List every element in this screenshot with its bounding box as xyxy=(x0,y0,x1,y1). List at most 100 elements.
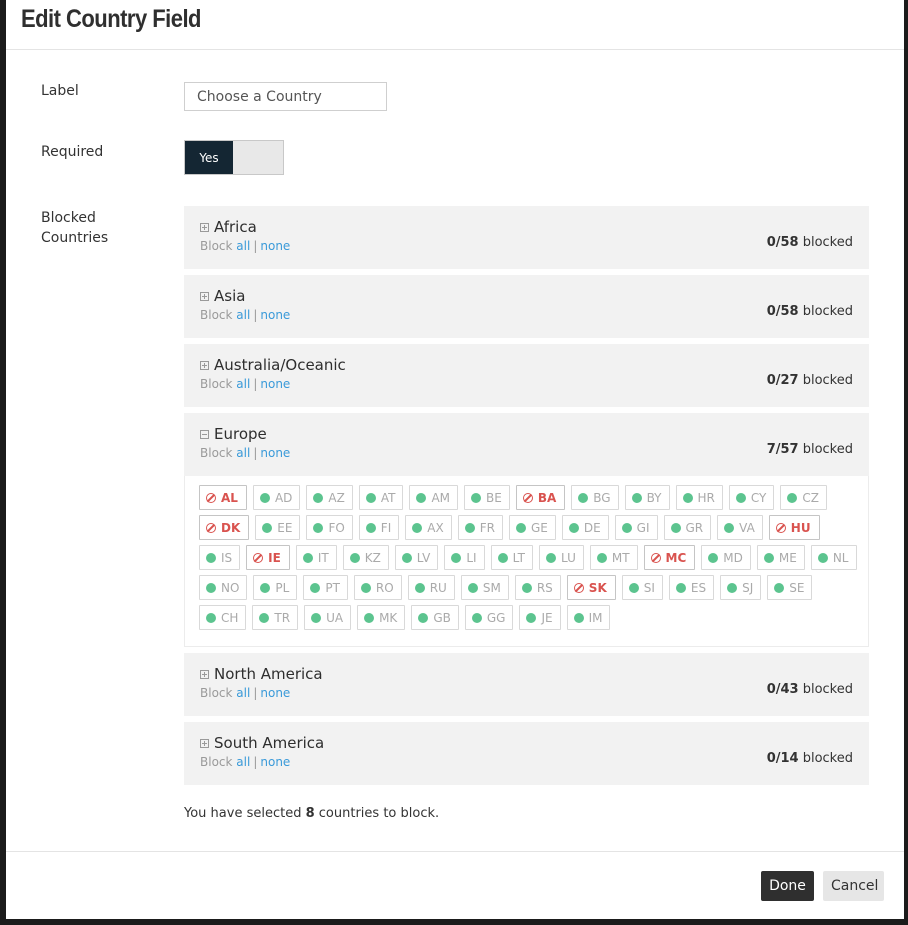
block-none-link[interactable]: none xyxy=(260,755,290,769)
country-chip-hu[interactable]: HU xyxy=(768,515,820,540)
country-chip-im[interactable]: IM xyxy=(566,605,611,630)
country-chip-ad[interactable]: AD xyxy=(252,485,301,510)
country-chip-ch[interactable]: CH xyxy=(199,605,247,630)
expand-icon[interactable] xyxy=(200,360,209,370)
expand-icon[interactable] xyxy=(200,738,209,748)
country-chip-ro[interactable]: RO xyxy=(353,575,402,600)
country-chip-se[interactable]: SE xyxy=(767,575,813,600)
label-input[interactable] xyxy=(184,82,387,111)
country-chip-al[interactable]: AL xyxy=(199,485,247,510)
country-chip-sk[interactable]: SK xyxy=(566,575,616,600)
collapse-icon[interactable] xyxy=(200,429,209,439)
country-chip-by[interactable]: BY xyxy=(624,485,670,510)
country-chip-be[interactable]: BE xyxy=(464,485,510,510)
country-chip-it[interactable]: IT xyxy=(295,545,337,570)
region-header: North America Block all | none 0/43 blocked xyxy=(184,653,869,716)
country-chip-ie[interactable]: IE xyxy=(246,545,290,570)
country-chip-ax[interactable]: AX xyxy=(405,515,452,540)
country-chip-cz[interactable]: CZ xyxy=(780,485,827,510)
country-chip-cy[interactable]: CY xyxy=(728,485,775,510)
country-chip-je[interactable]: JE xyxy=(519,605,561,630)
country-chip-sm[interactable]: SM xyxy=(460,575,509,600)
country-chip-gr[interactable]: GR xyxy=(663,515,712,540)
country-chip-de[interactable]: DE xyxy=(561,515,609,540)
country-code: CZ xyxy=(802,490,819,505)
country-chip-mk[interactable]: MK xyxy=(357,605,406,630)
country-chip-dk[interactable]: DK xyxy=(199,515,250,540)
region-name[interactable]: North America xyxy=(214,665,323,683)
country-chip-es[interactable]: ES xyxy=(668,575,715,600)
region-name[interactable]: Asia xyxy=(214,287,245,305)
country-chip-gb[interactable]: GB xyxy=(411,605,459,630)
block-none-link[interactable]: none xyxy=(260,446,290,460)
country-chip-ua[interactable]: UA xyxy=(304,605,352,630)
country-chip-kz[interactable]: KZ xyxy=(342,545,389,570)
block-none-link[interactable]: none xyxy=(260,308,290,322)
country-chip-pl[interactable]: PL xyxy=(253,575,298,600)
country-chip-tr[interactable]: TR xyxy=(252,605,299,630)
country-chip-gg[interactable]: GG xyxy=(464,605,514,630)
region-name[interactable]: South America xyxy=(214,734,324,752)
expand-icon[interactable] xyxy=(200,669,209,679)
expand-icon[interactable] xyxy=(200,222,209,232)
done-button[interactable]: Done xyxy=(761,871,814,901)
country-chip-lv[interactable]: LV xyxy=(394,545,439,570)
country-chip-hr[interactable]: HR xyxy=(675,485,723,510)
allowed-dot-icon xyxy=(471,492,481,503)
region-name[interactable]: Australia/Oceanic xyxy=(214,356,346,374)
block-all-link[interactable]: all xyxy=(236,686,250,700)
country-chip-mc[interactable]: MC xyxy=(643,545,696,570)
country-code: AZ xyxy=(328,490,345,505)
allowed-dot-icon xyxy=(515,522,526,533)
country-chip-md[interactable]: MD xyxy=(701,545,751,570)
country-chip-fo[interactable]: FO xyxy=(306,515,353,540)
blocked-ratio: 0/43 xyxy=(766,682,799,697)
block-none-link[interactable]: none xyxy=(260,686,290,700)
country-chip-bg[interactable]: BG xyxy=(571,485,619,510)
block-none-link[interactable]: none xyxy=(260,377,290,391)
country-chip-li[interactable]: LI xyxy=(444,545,485,570)
country-chip-ge[interactable]: GE xyxy=(508,515,556,540)
country-chip-va[interactable]: VA xyxy=(717,515,763,540)
country-chip-rs[interactable]: RS xyxy=(514,575,561,600)
blocked-ratio: 0/58 xyxy=(766,304,799,319)
country-chip-ru[interactable]: RU xyxy=(407,575,455,600)
country-code: PL xyxy=(275,580,290,595)
selection-summary: You have selected 8 countries to block. xyxy=(184,806,439,821)
block-all-link[interactable]: all xyxy=(236,308,250,322)
required-toggle[interactable]: Yes xyxy=(184,140,284,175)
country-chip-mt[interactable]: MT xyxy=(589,545,638,570)
country-chip-no[interactable]: NO xyxy=(199,575,248,600)
country-chip-at[interactable]: AT xyxy=(358,485,404,510)
country-chip-gi[interactable]: GI xyxy=(614,515,658,540)
block-none-link[interactable]: none xyxy=(260,239,290,253)
country-chip-si[interactable]: SI xyxy=(621,575,663,600)
country-chip-lu[interactable]: LU xyxy=(538,545,584,570)
region-header: South America Block all | none 0/14 blocked xyxy=(184,722,869,785)
allowed-dot-icon xyxy=(596,552,607,563)
cancel-button[interactable]: Cancel xyxy=(823,871,884,901)
block-all-link[interactable]: all xyxy=(236,755,250,769)
block-all-link[interactable]: all xyxy=(236,446,250,460)
country-chip-fi[interactable]: FI xyxy=(358,515,400,540)
country-chip-fr[interactable]: FR xyxy=(457,515,503,540)
block-all-link[interactable]: all xyxy=(236,239,250,253)
europe-country-panel: AL AD AZ AT AM BE BA BG BY HR CY CZ DK EE FO FI AX FR GE DE… xyxy=(184,476,869,647)
country-chip-lt[interactable]: LT xyxy=(490,545,533,570)
country-chip-am[interactable]: AM xyxy=(409,485,458,510)
country-chip-sj[interactable]: SJ xyxy=(720,575,762,600)
country-chip-nl[interactable]: NL xyxy=(810,545,857,570)
region-name[interactable]: Africa xyxy=(214,218,257,236)
expand-icon[interactable] xyxy=(200,291,209,301)
country-chip-is[interactable]: IS xyxy=(199,545,241,570)
country-chip-az[interactable]: AZ xyxy=(306,485,353,510)
allowed-dot-icon xyxy=(817,552,828,563)
country-chip-ee[interactable]: EE xyxy=(255,515,301,540)
country-chip-me[interactable]: ME xyxy=(756,545,805,570)
required-toggle-yes: Yes xyxy=(185,141,233,174)
country-chip-ba[interactable]: BA xyxy=(515,485,566,510)
block-all-link[interactable]: all xyxy=(236,377,250,391)
region-name[interactable]: Europe xyxy=(214,425,267,443)
country-code: LI xyxy=(466,550,477,565)
country-chip-pt[interactable]: PT xyxy=(303,575,348,600)
